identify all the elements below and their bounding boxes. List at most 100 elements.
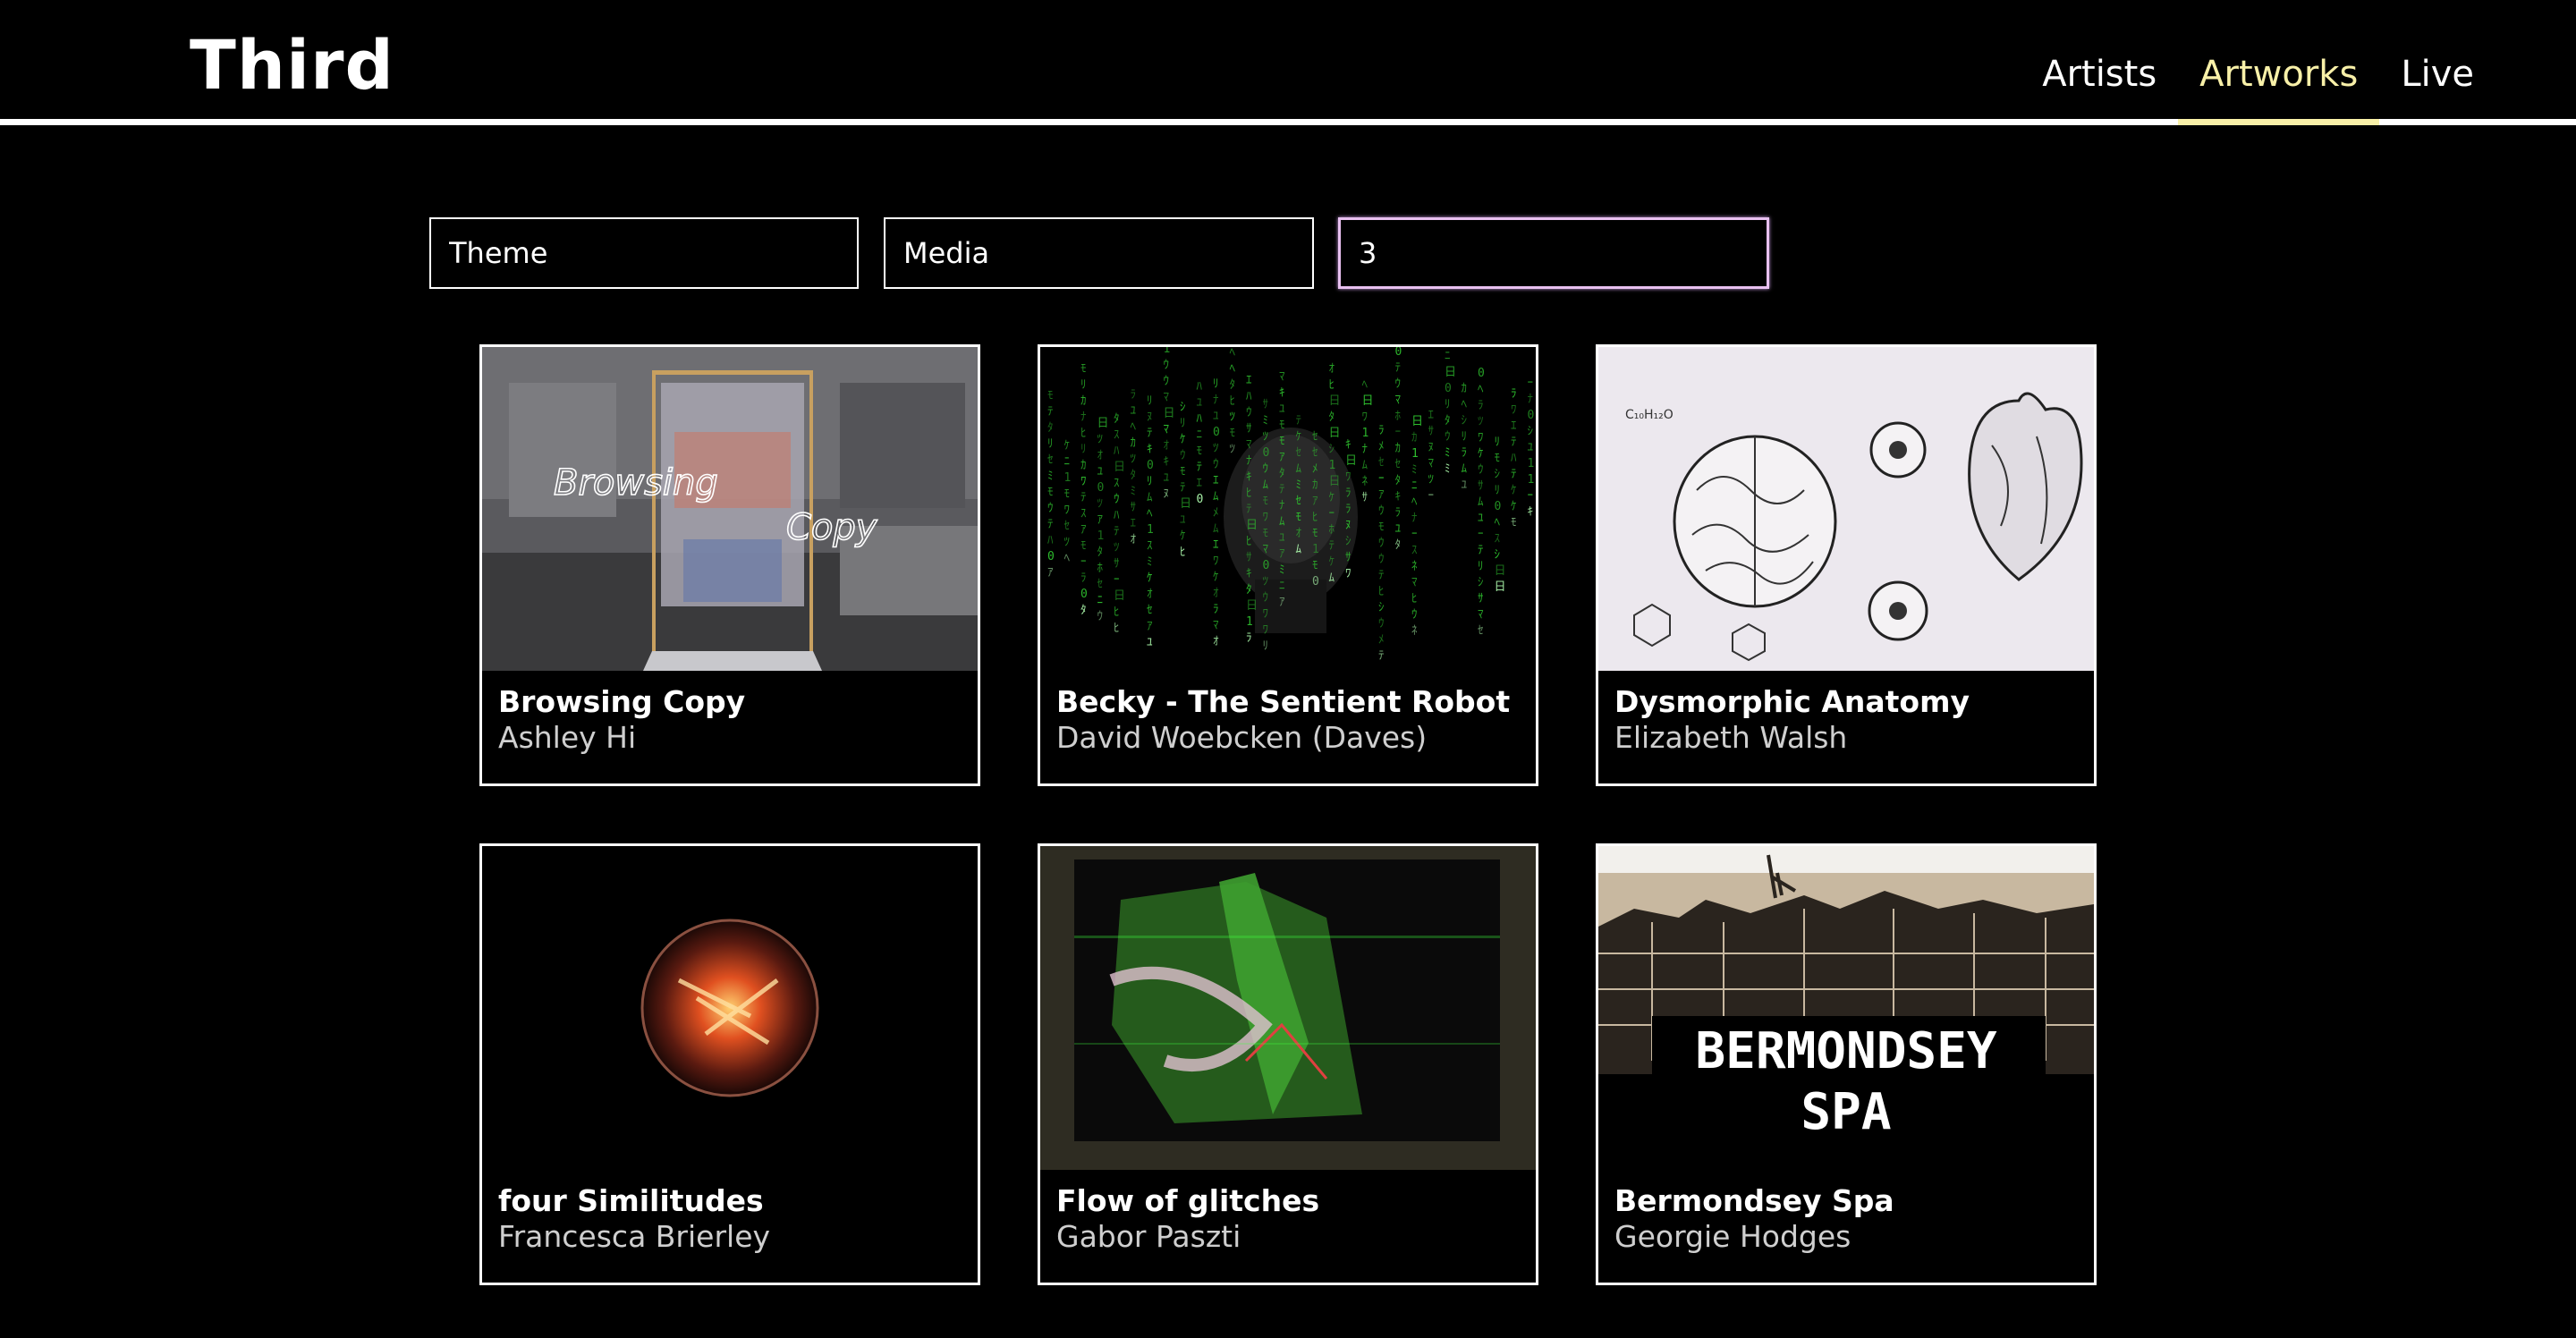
media-filter-input[interactable] [884,217,1314,289]
matrix-glyph: ﾘ [1495,484,1501,497]
matrix-glyph: ｾ [1296,446,1302,460]
matrix-glyph: ﾕ [1097,465,1104,478]
matrix-glyph: 日 [1246,519,1258,532]
artwork-caption: Dysmorphic Anatomy Elizabeth Walsh [1614,683,2085,755]
artwork-caption: Browsing Copy Ashley Hi [498,683,969,755]
artwork-artist: Elizabeth Walsh [1614,720,1848,755]
matrix-glyph: ﾓ [1279,419,1285,432]
matrix-glyph: ﾈ [1411,560,1418,573]
matrix-glyph: 1 [1362,427,1369,440]
matrix-glyph: ｵ [1329,362,1335,376]
matrix-glyph: ﾀ [1445,414,1451,428]
matrix-glyph: ｹ [1296,430,1302,444]
matrix-glyph: ﾓ [1080,362,1087,376]
overlay-text: SPA [1801,1083,1891,1141]
matrix-glyph: ﾎ [1097,562,1104,575]
matrix-glyph: ﾜ [1263,623,1269,637]
matrix-glyph: ｰ [1478,528,1484,541]
matrix-glyph: ﾘ [1180,417,1186,430]
matrix-glyph: ｰ [1114,573,1120,587]
matrix-glyph: ﾀ [1395,538,1402,552]
matrix-glyph: ﾀ [1395,474,1402,487]
matrix-glyph: ｳ [1180,449,1186,462]
artwork-artist: Gabor Paszti [1056,1219,1241,1254]
main-nav: Artists Artworks Live [2021,0,2496,125]
nav-live[interactable]: Live [2379,0,2496,125]
matrix-glyph: ｹ [1180,529,1186,543]
matrix-glyph: ｳ [1411,608,1418,622]
artwork-card[interactable]: BERMONDSEY SPA Bermondsey Spa Georgie Ho… [1596,843,2097,1285]
matrix-glyph: ﾋ [1246,535,1252,548]
matrix-glyph: ｽ [1114,477,1120,490]
matrix-glyph: ﾋ [1378,585,1385,598]
matrix-glyph: ｾ [1478,624,1484,638]
nav-artists[interactable]: Artists [2021,0,2178,125]
matrix-glyph: ｻ [1246,551,1252,564]
matrix-glyph: ﾅ [1362,443,1368,456]
matrix-glyph: ｹ [1064,439,1071,453]
matrix-glyph: ﾓ [1279,435,1285,448]
matrix-glyph: ｱ [1047,566,1054,580]
matrix-glyph: ﾒ [1213,506,1219,520]
matrix-glyph: ﾏ [1411,576,1418,589]
matrix-glyph: ﾀ [1047,421,1054,435]
matrix-glyph: ﾏ [1279,370,1285,384]
matrix-glyph: ﾜ [1478,431,1484,445]
matrix-glyph: ﾗ [1462,446,1468,460]
matrix-glyph: ﾍ [1230,362,1236,376]
matrix-glyph: ﾍ [1131,420,1137,434]
artwork-thumbnail: ﾓﾃﾀﾘｾﾐﾓｳﾃﾊ0ｱｹﾆ1ﾓﾜｾﾂﾍﾓﾘｶﾅﾋﾘｶﾜﾃｽｱﾓｰﾗ0ﾀ日ﾂｵﾕ… [1040,347,1536,671]
matrix-glyph: ﾅ [1246,454,1252,468]
matrix-glyph: 日 [1411,415,1423,428]
artwork-title: Bermondsey Spa [1614,1183,1894,1218]
matrix-glyph: ｴ [1213,538,1219,552]
matrix-glyph: ﾂ [1428,473,1435,487]
matrix-glyph: ｰ [1528,377,1534,390]
matrix-glyph: ﾃ [1279,483,1285,496]
matrix-glyph: ﾍ [1478,383,1484,396]
matrix-glyph: 1 [1164,347,1171,356]
matrix-glyph: ﾂ [1263,430,1269,444]
matrix-glyph: ﾐ [1147,555,1153,569]
matrix-glyph: ﾐ [1411,463,1418,477]
matrix-glyph: ﾆ [1279,580,1285,593]
matrix-glyph: ｼ [1495,548,1501,562]
artwork-card[interactable]: ﾓﾃﾀﾘｾﾐﾓｳﾃﾊ0ｱｹﾆ1ﾓﾜｾﾂﾍﾓﾘｶﾅﾋﾘｶﾜﾃｽｱﾓｰﾗ0ﾀ日ﾂｵﾕ… [1038,344,1538,786]
site-logo[interactable]: Third [190,25,394,105]
matrix-glyph: ﾕ [1164,471,1170,485]
year-filter-input[interactable] [1338,217,1769,289]
matrix-glyph: ｱ [1279,451,1285,464]
matrix-glyph: ﾅ [1080,411,1087,424]
matrix-glyph: ﾃ [1047,518,1054,531]
matrix-glyph: ｷ [1246,470,1252,484]
artwork-card[interactable]: Browsing Copy Browsing Copy Ashley Hi [479,344,980,786]
matrix-glyph: ﾐ [1131,485,1137,498]
matrix-glyph: ﾍ [1230,347,1236,360]
matrix-glyph: ﾘ [1263,639,1269,653]
nav-artworks[interactable]: Artworks [2178,0,2380,125]
matrix-glyph: ｶ [1395,442,1402,455]
artwork-card[interactable]: four Similitudes Francesca Brierley [479,843,980,1285]
matrix-glyph: ﾃ [1180,481,1186,495]
matrix-glyph: ﾊ [1246,390,1252,403]
matrix-glyph: ﾓ [1047,486,1054,499]
theme-filter-input[interactable] [429,217,859,289]
matrix-glyph: 日 [1114,461,1125,474]
matrix-glyph: ﾀ [1114,412,1120,426]
matrix-glyph: ﾘ [1147,475,1153,488]
matrix-glyph: ｻ [1428,425,1435,438]
matrix-glyph: ﾇ [1428,441,1435,454]
artwork-title: Browsing Copy [498,684,746,719]
artwork-thumbnail: C₁₀H₁₂O [1598,347,2094,671]
matrix-glyph: 0 [1528,409,1535,422]
matrix-glyph: ｽ [1147,539,1153,553]
matrix-glyph: 日 [1495,580,1506,594]
matrix-glyph: ｽ [1080,507,1087,521]
matrix-glyph: ｳ [1246,406,1252,419]
matrix-glyph: ｼ [1528,425,1534,438]
artwork-card[interactable]: C₁₀H₁₂O Dysmorphic Anatomy Elizabeth Wal… [1596,344,2097,786]
matrix-glyph: ﾈ [1362,475,1368,488]
matrix-glyph: ｻ [1131,501,1137,514]
artwork-card[interactable]: Flow of glitches Gabor Paszti [1038,843,1538,1285]
overlay-text: Copy [786,507,878,548]
